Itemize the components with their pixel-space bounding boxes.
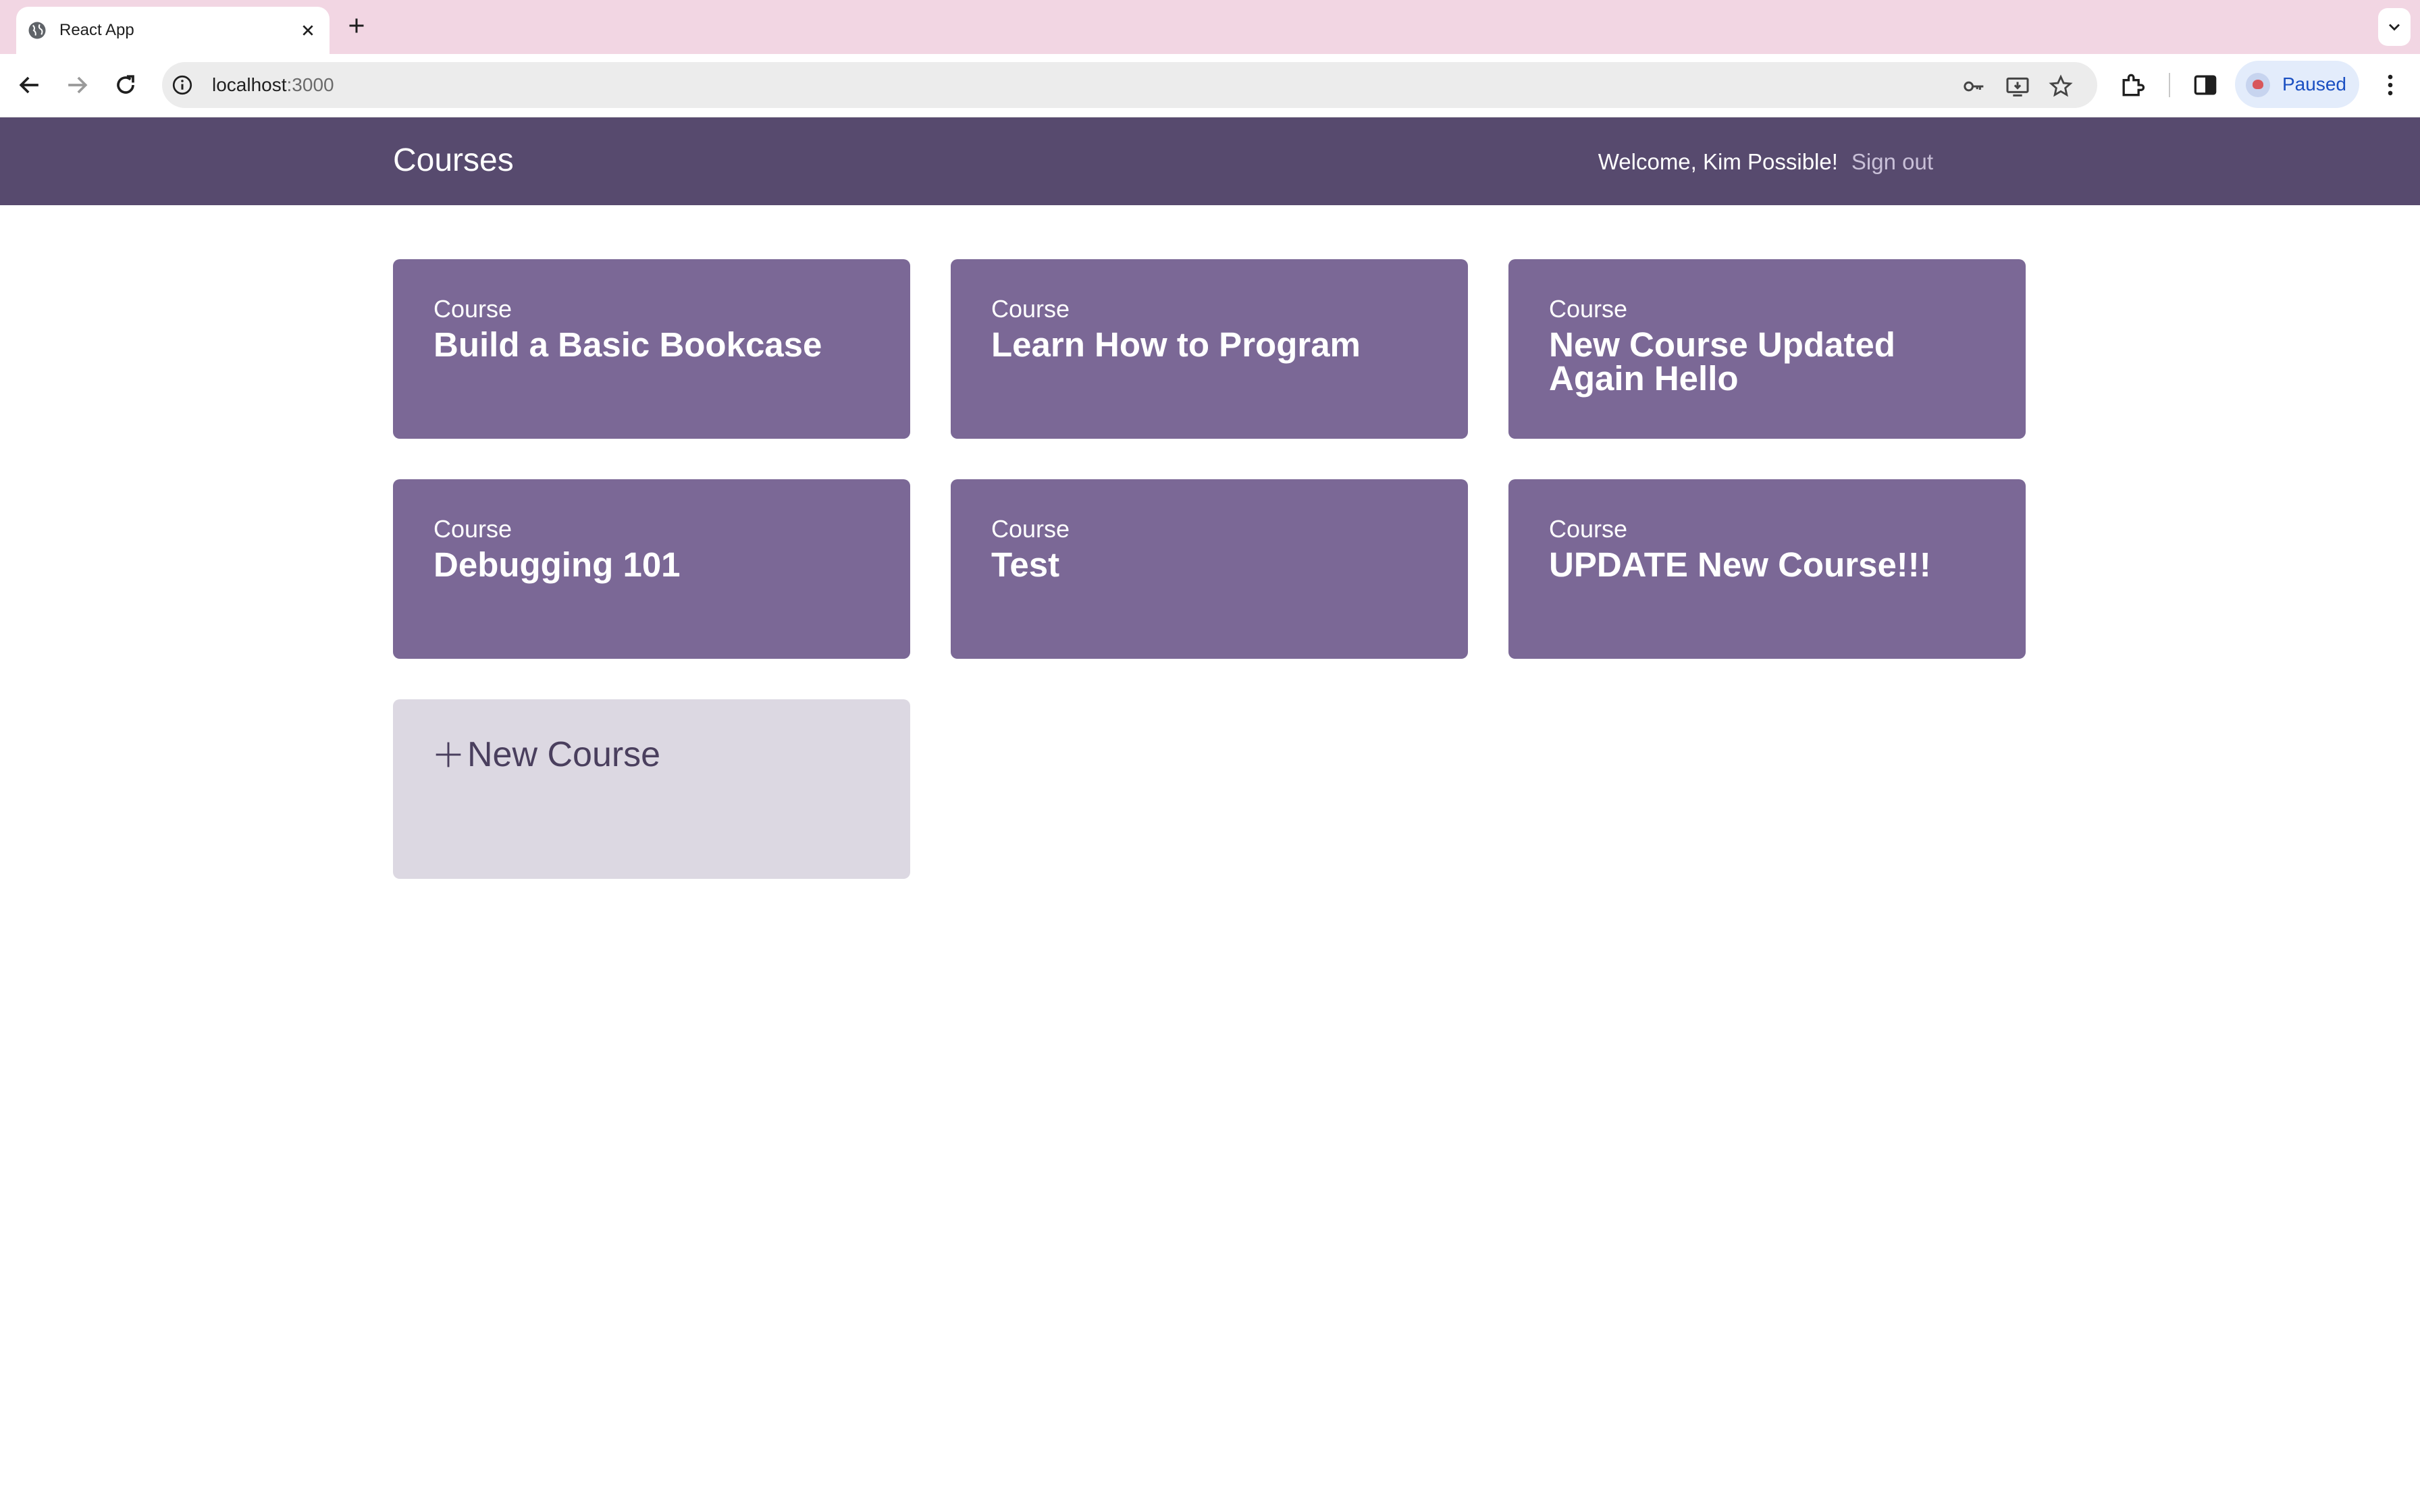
course-title: Build a Basic Bookcase [433,325,822,364]
course-label: Course [433,295,512,323]
course-card[interactable]: Course Test [951,479,1468,659]
profile-button[interactable]: Paused [2235,61,2359,108]
tab-title: React App [59,21,134,39]
course-card[interactable]: Course New Course Updated Again Hello [1508,259,2026,439]
forward-arrow-icon[interactable] [62,70,92,100]
course-card[interactable]: Course Learn How to Program [951,259,1468,439]
sign-out-link[interactable]: Sign out [1851,148,1933,176]
close-tab-icon[interactable] [297,20,319,41]
site-info-icon[interactable] [170,73,194,97]
course-card[interactable]: Course Debugging 101 [393,479,910,659]
welcome-text: Welcome, Kim Possible! [1598,149,1838,174]
course-label: Course [433,515,512,543]
course-label: Course [1549,295,1628,323]
install-app-icon[interactable] [2004,73,2031,100]
tab-search-button[interactable] [2378,8,2411,46]
plus-icon [436,742,461,767]
side-panel-icon[interactable] [2190,70,2220,100]
app-header: Courses Welcome, Kim Possible! Sign out [0,117,2420,205]
url-text[interactable]: localhost:3000 [212,73,334,97]
course-title: UPDATE New Course!!! [1549,545,1931,584]
course-label: Course [1549,515,1628,543]
new-tab-icon[interactable] [344,14,369,38]
course-title: New Course Updated Again Hello [1549,325,1895,398]
address-bar[interactable]: localhost:3000 [162,62,2097,108]
star-icon[interactable] [2047,73,2074,100]
extensions-puzzle-icon[interactable] [2118,70,2147,100]
more-menu-icon[interactable] [2375,70,2405,100]
course-card[interactable]: Course Build a Basic Bookcase [393,259,910,439]
profile-status: Paused [2282,74,2346,94]
user-area: Welcome, Kim Possible! Sign out [1598,148,1933,176]
reload-icon[interactable] [111,70,140,100]
back-arrow-icon[interactable] [15,70,45,100]
avatar [2246,73,2270,97]
key-icon[interactable] [1961,73,1988,100]
course-title: Debugging 101 [433,545,681,584]
browser-toolbar: localhost:3000 Paused [0,54,2420,117]
chevron-down-icon [2389,24,2400,31]
course-grid: Course Build a Basic Bookcase Course Lea… [393,259,2026,879]
tab-strip: React App [0,0,2420,54]
page-title[interactable]: Courses [393,139,514,182]
course-label: Course [991,515,1070,543]
course-title: Test [991,545,1060,584]
course-title: Learn How to Program [991,325,1361,364]
toolbar-divider [2169,73,2170,97]
browser-tab[interactable]: React App [16,7,330,54]
course-label: Course [991,295,1070,323]
new-course-label: New Course [467,735,661,774]
globe-icon [28,22,46,39]
new-course-row: New Course [433,734,870,775]
course-card[interactable]: Course UPDATE New Course!!! [1508,479,2026,659]
new-course-button[interactable]: New Course [393,699,910,879]
